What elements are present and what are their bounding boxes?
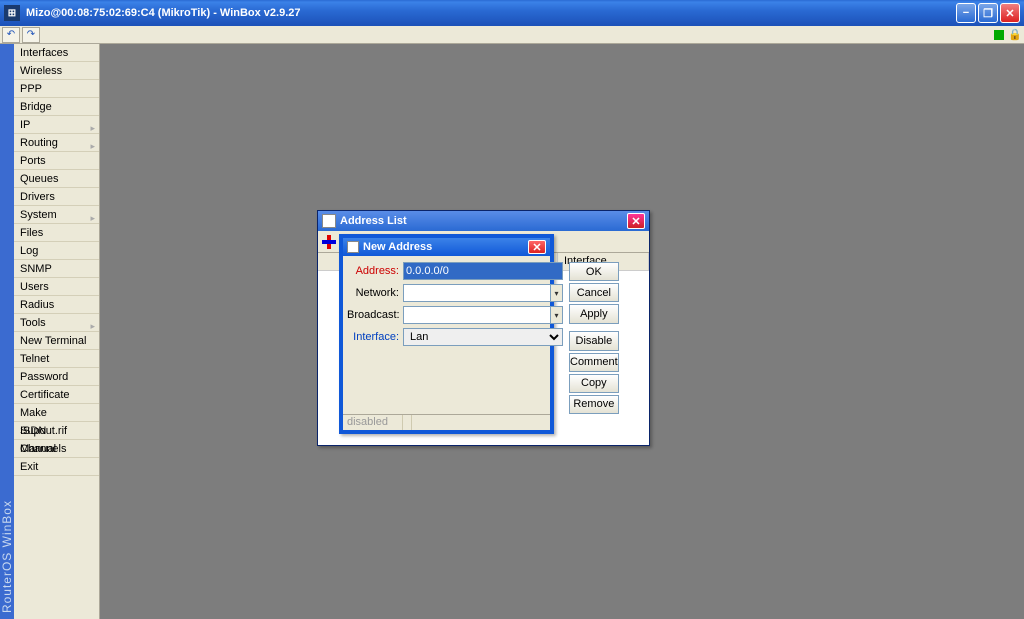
remove-button[interactable]: Remove (569, 395, 619, 414)
sidebar-item-users[interactable]: Users (14, 278, 99, 296)
sidebar-item-ppp[interactable]: PPP (14, 80, 99, 98)
sidebar-item-snmp[interactable]: SNMP (14, 260, 99, 278)
close-button[interactable]: ✕ (1000, 3, 1020, 23)
sidebar-item-ports[interactable]: Ports (14, 152, 99, 170)
maximize-button[interactable]: ❐ (978, 3, 998, 23)
vertical-brand-label: RouterOS WinBox (0, 44, 14, 619)
sidebar-item-make-supout-rif[interactable]: Make Supout.rif (14, 404, 99, 422)
new-address-title: New Address (363, 241, 528, 253)
minimize-button[interactable]: − (956, 3, 976, 23)
sidebar: InterfacesWirelessPPPBridgeIP▸Routing▸Po… (14, 44, 100, 619)
network-input[interactable] (403, 284, 551, 302)
interface-select[interactable]: Lan (403, 328, 563, 346)
status-spacer (403, 415, 412, 430)
sidebar-item-exit[interactable]: Exit (14, 458, 99, 476)
sidebar-item-queues[interactable]: Queues (14, 170, 99, 188)
app-titlebar: ⊞ Mizo@00:08:75:02:69:C4 (MikroTik) - Wi… (0, 0, 1024, 26)
comment-button[interactable]: Comment (569, 353, 619, 372)
lock-icon: 🔒 (1008, 28, 1022, 41)
address-list-titlebar[interactable]: Address List ✕ (318, 211, 649, 231)
sidebar-item-password[interactable]: Password (14, 368, 99, 386)
broadcast-label: Broadcast: (347, 309, 399, 321)
sidebar-item-bridge[interactable]: Bridge (14, 98, 99, 116)
new-address-close-button[interactable]: ✕ (528, 240, 546, 254)
workspace: Address List ✕ Interface New Address ✕ (100, 44, 1024, 619)
sidebar-item-system[interactable]: System▸ (14, 206, 99, 224)
toolbar: ↶ ↷ 🔒 (0, 26, 1024, 44)
sidebar-item-isdn-channels[interactable]: ISDN Channels (14, 422, 99, 440)
disable-button[interactable]: Disable (569, 331, 619, 350)
ok-button[interactable]: OK (569, 262, 619, 281)
new-address-statusbar: disabled (343, 414, 550, 430)
undo-button[interactable]: ↶ (2, 27, 20, 43)
sidebar-item-manual[interactable]: Manual (14, 440, 99, 458)
new-address-titlebar[interactable]: New Address ✕ (343, 238, 550, 256)
interface-label: Interface: (347, 331, 399, 343)
sidebar-item-ip[interactable]: IP▸ (14, 116, 99, 134)
broadcast-input[interactable] (403, 306, 551, 324)
cancel-button[interactable]: Cancel (569, 283, 619, 302)
broadcast-expand-icon[interactable]: ▾ (551, 306, 563, 324)
sidebar-item-routing[interactable]: Routing▸ (14, 134, 99, 152)
address-label: Address: (347, 265, 399, 277)
address-list-title: Address List (340, 215, 627, 227)
sidebar-item-files[interactable]: Files (14, 224, 99, 242)
copy-button[interactable]: Copy (569, 374, 619, 393)
window-icon (322, 214, 336, 228)
redo-button[interactable]: ↷ (22, 27, 40, 43)
window-icon (347, 241, 359, 253)
address-list-close-button[interactable]: ✕ (627, 213, 645, 229)
sidebar-item-new-terminal[interactable]: New Terminal (14, 332, 99, 350)
network-expand-icon[interactable]: ▾ (551, 284, 563, 302)
connection-status-icon (994, 30, 1004, 40)
status-disabled: disabled (343, 415, 403, 430)
address-input[interactable] (403, 262, 563, 280)
add-button[interactable] (320, 233, 338, 251)
sidebar-item-drivers[interactable]: Drivers (14, 188, 99, 206)
sidebar-item-interfaces[interactable]: Interfaces (14, 44, 99, 62)
sidebar-item-log[interactable]: Log (14, 242, 99, 260)
network-label: Network: (347, 287, 399, 299)
sidebar-item-certificate[interactable]: Certificate (14, 386, 99, 404)
apply-button[interactable]: Apply (569, 304, 619, 323)
sidebar-item-tools[interactable]: Tools▸ (14, 314, 99, 332)
sidebar-item-wireless[interactable]: Wireless (14, 62, 99, 80)
app-title: Mizo@00:08:75:02:69:C4 (MikroTik) - WinB… (26, 7, 956, 19)
sidebar-item-radius[interactable]: Radius (14, 296, 99, 314)
app-icon: ⊞ (4, 5, 20, 21)
new-address-dialog: New Address ✕ Address: Network: ▾ Broadc (339, 234, 554, 434)
sidebar-item-telnet[interactable]: Telnet (14, 350, 99, 368)
